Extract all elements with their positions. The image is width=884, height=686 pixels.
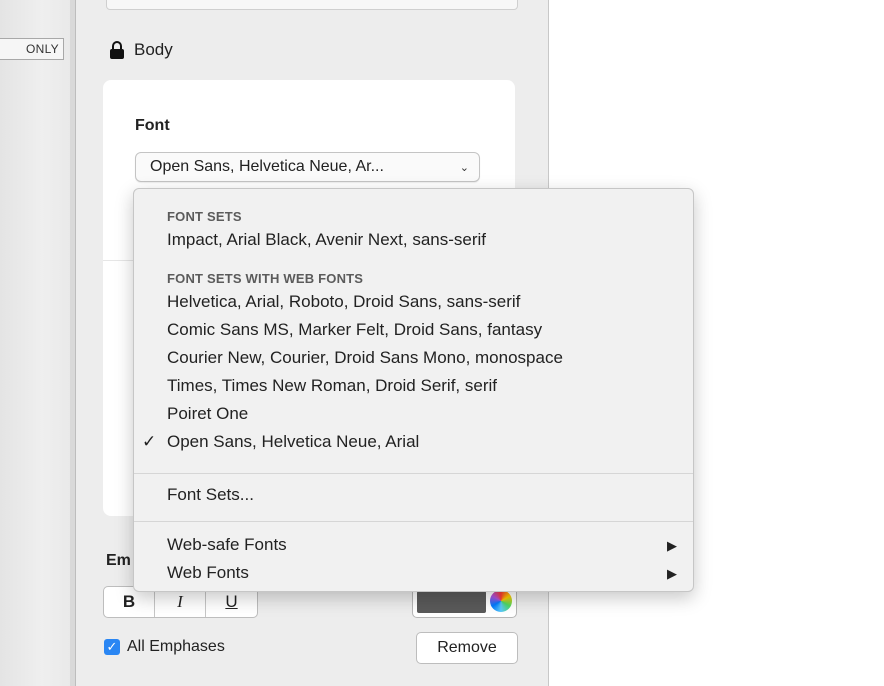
left-gutter — [0, 0, 71, 686]
menu-item-font-set[interactable]: Helvetica, Arial, Roboto, Droid Sans, sa… — [167, 292, 520, 312]
all-emphases-option[interactable]: ✓ All Emphases — [104, 638, 225, 656]
menu-item-font-set-selected[interactable]: Open Sans, Helvetica Neue, Arial — [167, 432, 419, 452]
menu-item-font-set[interactable]: Comic Sans MS, Marker Felt, Droid Sans, … — [167, 320, 542, 340]
menu-item-font-set[interactable]: Poiret One — [167, 404, 248, 424]
menu-section-web-font-sets: FONT SETS WITH WEB FONTS — [167, 271, 364, 286]
submenu-arrow-icon: ▶ — [667, 566, 677, 581]
checkmark-icon: ✓ — [142, 432, 157, 451]
menu-item-web-safe-fonts[interactable]: Web-safe Fonts — [167, 535, 287, 555]
menu-item-font-set[interactable]: Courier New, Courier, Droid Sans Mono, m… — [167, 348, 563, 368]
submenu-arrow-icon: ▶ — [667, 538, 677, 553]
menu-separator — [134, 473, 693, 474]
top-field[interactable] — [106, 0, 518, 10]
menu-item-font-sets-dialog[interactable]: Font Sets... — [167, 485, 254, 505]
section-title: Body — [134, 40, 173, 59]
all-emphases-checkbox[interactable]: ✓ — [104, 639, 120, 655]
only-tab[interactable]: ONLY — [0, 38, 64, 60]
color-swatch[interactable] — [417, 591, 486, 613]
font-label: Font — [135, 117, 170, 134]
all-emphases-label: All Emphases — [127, 638, 225, 655]
menu-separator — [134, 521, 693, 522]
lock-icon[interactable] — [110, 41, 124, 59]
menu-section-font-sets: FONT SETS — [167, 209, 242, 224]
font-select[interactable]: Open Sans, Helvetica Neue, Ar... ⌄ — [135, 152, 480, 182]
color-wheel-icon[interactable] — [490, 590, 512, 612]
remove-button[interactable]: Remove — [416, 632, 518, 664]
menu-item-font-set[interactable]: Impact, Arial Black, Avenir Next, sans-s… — [167, 230, 486, 250]
menu-item-font-set[interactable]: Times, Times New Roman, Droid Serif, ser… — [167, 376, 497, 396]
menu-item-web-fonts[interactable]: Web Fonts — [167, 563, 249, 583]
font-select-value: Open Sans, Helvetica Neue, Ar... — [150, 158, 384, 175]
chevron-down-icon: ⌄ — [459, 161, 469, 174]
body-section-header: Body — [110, 40, 173, 60]
emphasis-label: Em — [106, 552, 131, 569]
font-popup-menu: FONT SETS Impact, Arial Black, Avenir Ne… — [133, 188, 694, 592]
only-tab-label: ONLY — [26, 42, 59, 56]
